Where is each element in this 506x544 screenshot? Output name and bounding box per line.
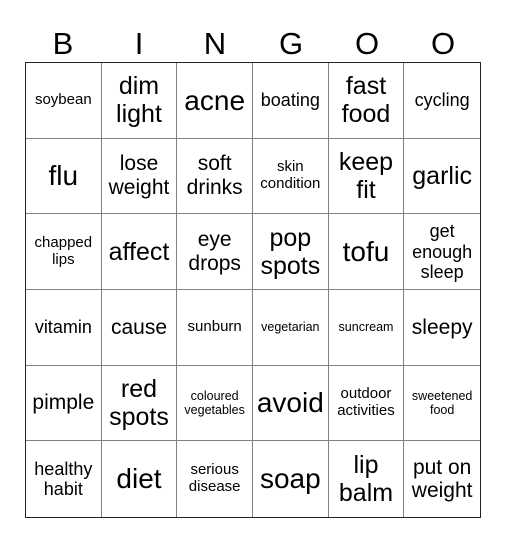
bingo-cell: outdoor activities: [328, 365, 405, 442]
bingo-cell: sunburn: [177, 289, 253, 366]
bingo-cell: coloured vegetables: [177, 365, 253, 442]
bingo-cell: sleepy: [404, 290, 480, 366]
bingo-cell: get enough sleep: [404, 214, 480, 290]
header-letter: I: [134, 26, 144, 61]
header-letter: B: [52, 26, 74, 61]
bingo-cell: avoid: [252, 365, 329, 442]
bingo-cell: flu: [26, 138, 102, 215]
bingo-cell: sweetened food: [404, 366, 480, 442]
bingo-cell: pop spots: [252, 214, 329, 290]
bingo-cell: put on weight: [411, 455, 473, 503]
header-letter: N: [203, 26, 227, 61]
bingo-header: B I N G O O: [25, 26, 481, 62]
header-letter: O: [430, 26, 456, 61]
bingo-cell: tofu: [328, 214, 405, 290]
bingo-cell: soft drinks: [177, 138, 253, 215]
bingo-cell: soap: [253, 441, 329, 517]
bingo-grid: soybean dim light acne boating fast food…: [25, 62, 481, 518]
bingo-cell: garlic: [404, 139, 480, 215]
bingo-cell: chapped lips: [26, 214, 102, 290]
bingo-cell: suncream: [328, 289, 405, 366]
bingo-cell: affect: [101, 214, 178, 290]
bingo-cell: soybean: [26, 63, 102, 139]
bingo-cell: keep fit: [328, 138, 405, 215]
bingo-cell: eye drops: [177, 214, 253, 290]
header-letter: O: [354, 26, 380, 61]
bingo-cell: lip balm: [329, 441, 405, 517]
bingo-cell: lose weight: [101, 138, 178, 215]
bingo-cell: healthy habit: [26, 441, 102, 517]
bingo-cell: cycling: [404, 63, 480, 139]
bingo-cell: vitamin: [26, 289, 102, 366]
header-letter: G: [278, 26, 304, 61]
bingo-cell: red spots: [101, 365, 178, 442]
bingo-cell: skin condition: [252, 138, 329, 215]
bingo-cell: fast food: [328, 63, 405, 139]
bingo-cell: acne: [177, 63, 253, 139]
bingo-cell: serious disease: [177, 441, 253, 517]
bingo-cell: vegetarian: [252, 289, 329, 366]
bingo-cell: diet: [102, 441, 178, 517]
bingo-cell: dim light: [101, 63, 178, 139]
bingo-cell: boating: [252, 63, 329, 139]
bingo-cell: cause: [101, 289, 178, 366]
bingo-cell: pimple: [26, 365, 102, 442]
